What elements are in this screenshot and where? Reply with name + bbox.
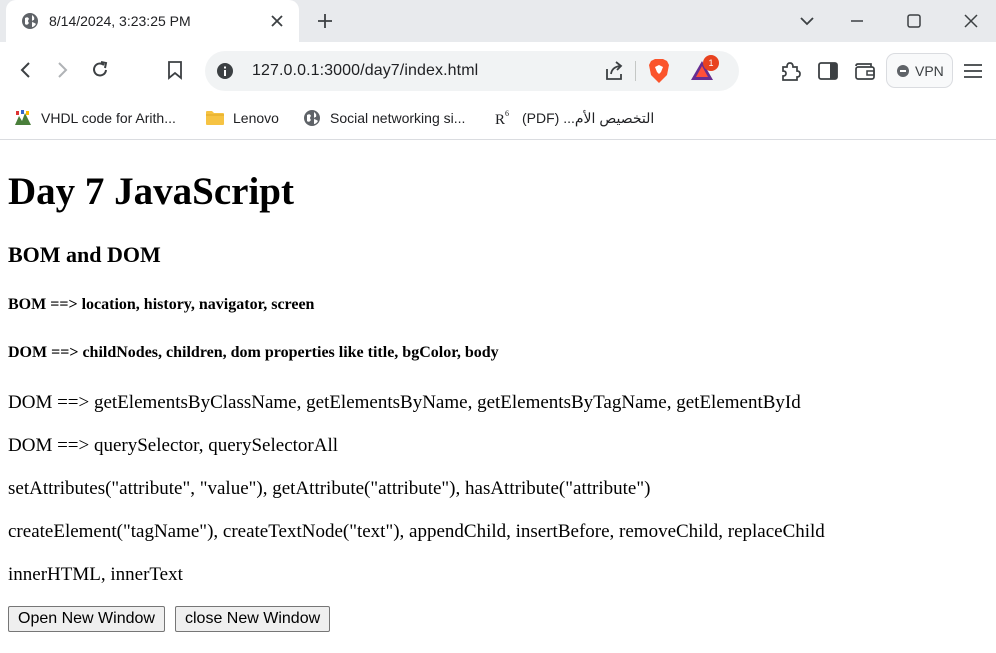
page-content: Day 7 JavaScript BOM and DOM BOM ==> loc… xyxy=(0,141,996,653)
vpn-label: VPN xyxy=(915,62,944,79)
omnibox-divider xyxy=(635,61,636,81)
share-icon[interactable] xyxy=(603,60,625,82)
vpn-button[interactable]: VPN xyxy=(886,53,953,88)
back-icon[interactable] xyxy=(12,56,40,84)
svg-text:R: R xyxy=(495,112,505,128)
bom-heading: BOM ==> location, history, navigator, sc… xyxy=(8,296,315,313)
paragraph-inner: innerHTML, innerText xyxy=(8,564,183,585)
page-subtitle: BOM and DOM xyxy=(8,242,161,267)
close-new-window-button[interactable]: close New Window xyxy=(175,606,331,632)
open-new-window-button[interactable]: Open New Window xyxy=(8,606,165,632)
tab-title: 8/14/2024, 3:23:25 PM xyxy=(49,13,191,29)
bookmark-label: Lenovo xyxy=(233,110,279,126)
new-tab-button[interactable] xyxy=(313,9,337,33)
reload-icon[interactable] xyxy=(86,56,114,84)
tab-strip: 8/14/2024, 3:23:25 PM xyxy=(0,0,996,42)
forward-icon[interactable] xyxy=(48,56,76,84)
toolbar: 127.0.0.1:3000/day7/index.html 1 VPN xyxy=(0,42,996,98)
close-window-icon[interactable] xyxy=(958,8,984,34)
site-info-icon[interactable] xyxy=(216,62,234,80)
url-text[interactable]: 127.0.0.1:3000/day7/index.html xyxy=(252,62,478,80)
globe-icon xyxy=(302,108,322,128)
tab-active[interactable]: 8/14/2024, 3:23:25 PM xyxy=(6,0,299,42)
close-tab-icon[interactable] xyxy=(267,11,287,31)
rewards-badge: 1 xyxy=(703,55,719,71)
page-title: Day 7 JavaScript xyxy=(8,170,294,213)
brave-shields-icon[interactable] xyxy=(647,58,671,84)
minimize-icon[interactable] xyxy=(844,8,870,34)
maximize-icon[interactable] xyxy=(901,8,927,34)
researchgate-icon: R6 xyxy=(494,108,514,128)
menu-icon[interactable] xyxy=(961,59,985,83)
sidebar-icon[interactable] xyxy=(816,59,840,83)
extensions-icon[interactable] xyxy=(778,59,802,83)
wallet-icon[interactable] xyxy=(853,59,877,83)
globe-icon xyxy=(21,12,39,30)
vpn-status-icon xyxy=(897,64,909,77)
folder-icon xyxy=(205,108,225,128)
bookmark-item-social[interactable]: Social networking si... xyxy=(302,107,465,129)
paragraph-create-element: createElement("tagName"), createTextNode… xyxy=(8,521,825,542)
address-bar[interactable]: 127.0.0.1:3000/day7/index.html 1 xyxy=(205,51,739,91)
paragraph-dom-query: DOM ==> querySelector, querySelectorAll xyxy=(8,435,339,456)
bookmark-item-pdf[interactable]: R6 (PDF) ...التخصيص الأم xyxy=(494,107,654,129)
paragraph-attributes: setAttributes("attribute", "value"), get… xyxy=(8,478,651,499)
bookmark-label: Social networking si... xyxy=(330,110,466,126)
bookmark-item-lenovo[interactable]: Lenovo xyxy=(205,107,279,129)
svg-text:6: 6 xyxy=(505,109,509,118)
dom-heading: DOM ==> childNodes, children, dom proper… xyxy=(8,344,499,361)
bookmark-icon[interactable] xyxy=(161,56,189,84)
bookmark-label: VHDL code for Arith... xyxy=(41,110,176,126)
bookmark-item-vhdl[interactable]: VHDL code for Arith... xyxy=(13,107,176,129)
paragraph-dom-getters: DOM ==> getElementsByClassName, getEleme… xyxy=(8,392,801,413)
tab-search-icon[interactable] xyxy=(794,8,820,34)
vhdl-favicon-icon xyxy=(13,108,33,128)
bookmarks-bar: VHDL code for Arith... Lenovo Social net… xyxy=(0,98,996,140)
bookmark-label: (PDF) ...التخصيص الأم xyxy=(522,109,655,126)
